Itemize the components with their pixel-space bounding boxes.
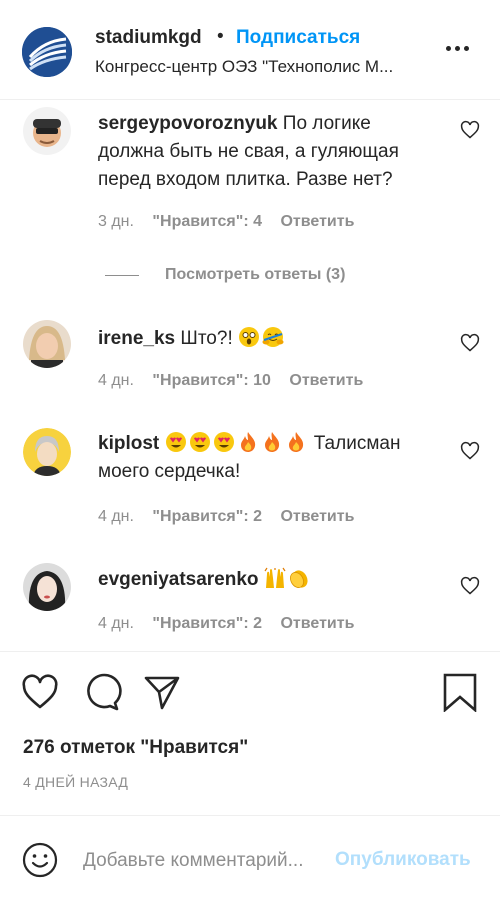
comment-username[interactable]: irene_ks: [98, 328, 175, 349]
share-icon[interactable]: [142, 672, 182, 712]
comment-text: irene_ks Што?!: [98, 325, 433, 353]
avatar[interactable]: [23, 563, 71, 611]
avatar[interactable]: [23, 107, 71, 155]
fire-icon: [237, 431, 259, 453]
comment-icon[interactable]: [82, 672, 122, 712]
location-link[interactable]: Конгресс-центр ОЭЗ "Технополис М...: [95, 57, 415, 77]
fire-icon: [261, 431, 283, 453]
comment-like-icon[interactable]: [460, 120, 480, 140]
comment-likes[interactable]: "Нравится": 10: [152, 372, 271, 389]
comment-text: evgeniyatsarenko: [98, 566, 433, 594]
reply-button[interactable]: Ответить: [280, 615, 354, 632]
comment-likes[interactable]: "Нравится": 4: [152, 213, 262, 230]
likes-count[interactable]: 276 отметок "Нравится": [23, 737, 248, 759]
comment-meta: 3 дн. "Нравится": 4 Ответить: [98, 213, 368, 231]
hugging-face-icon: [262, 326, 284, 348]
more-horizontal-icon[interactable]: [446, 46, 470, 54]
heart-eyes-face-icon: [213, 431, 235, 453]
header-username[interactable]: stadiumkgd: [95, 27, 202, 49]
comment-meta: 4 дн. "Нравится": 10 Ответить: [98, 372, 377, 390]
astonished-face-icon: [238, 326, 260, 348]
reply-button[interactable]: Ответить: [289, 372, 363, 389]
comment-like-icon[interactable]: [460, 576, 480, 596]
follow-button[interactable]: Подписаться: [236, 27, 360, 49]
comment-text: sergeypovoroznyuk По логике должна быть …: [98, 110, 433, 194]
fire-icon: [285, 431, 307, 453]
avatar[interactable]: [23, 428, 71, 476]
comment-time[interactable]: 4 дн.: [98, 372, 134, 389]
comment-like-icon[interactable]: [460, 441, 480, 461]
comment-body: Што?!: [180, 328, 233, 349]
post-header: stadiumkgd • Подписаться Конгресс-центр …: [0, 0, 500, 100]
comment-meta: 4 дн. "Нравится": 2 Ответить: [98, 508, 368, 526]
profile-avatar[interactable]: [22, 27, 72, 77]
comment-meta: 4 дн. "Нравится": 2 Ответить: [98, 615, 368, 633]
comment-username[interactable]: evgeniyatsarenko: [98, 569, 259, 590]
comment-username[interactable]: kiplost: [98, 433, 159, 454]
reply-button[interactable]: Ответить: [280, 508, 354, 525]
comment-time[interactable]: 4 дн.: [98, 508, 134, 525]
header-separator: •: [217, 26, 224, 47]
comment-like-icon[interactable]: [460, 333, 480, 353]
comment-username[interactable]: sergeypovoroznyuk: [98, 113, 278, 134]
emoji-icon[interactable]: [22, 842, 58, 878]
heart-icon[interactable]: [20, 672, 60, 712]
bookmark-icon[interactable]: [440, 672, 480, 712]
reply-button[interactable]: Ответить: [280, 213, 354, 230]
replies-divider: [105, 275, 139, 276]
comment-likes[interactable]: "Нравится": 2: [152, 508, 262, 525]
comment-likes[interactable]: "Нравится": 2: [152, 615, 262, 632]
post-button[interactable]: Опубликовать: [335, 849, 471, 871]
comment-time[interactable]: 3 дн.: [98, 213, 134, 230]
raising-hands-icon: [264, 567, 286, 589]
heart-eyes-face-icon: [189, 431, 211, 453]
comment-time[interactable]: 4 дн.: [98, 615, 134, 632]
view-replies-label: Посмотреть ответы (3): [165, 266, 346, 283]
post-timestamp[interactable]: 4 ДНЕЙ НАЗАД: [23, 774, 128, 790]
comment-input[interactable]: [83, 847, 333, 875]
actions-divider: [0, 651, 500, 652]
heart-eyes-face-icon: [165, 431, 187, 453]
comment-text: kiplost Талисман моего сердечка!: [98, 430, 433, 486]
add-comment-bar: Опубликовать: [0, 815, 500, 897]
avatar[interactable]: [23, 320, 71, 368]
clapping-hands-icon: [288, 567, 310, 589]
